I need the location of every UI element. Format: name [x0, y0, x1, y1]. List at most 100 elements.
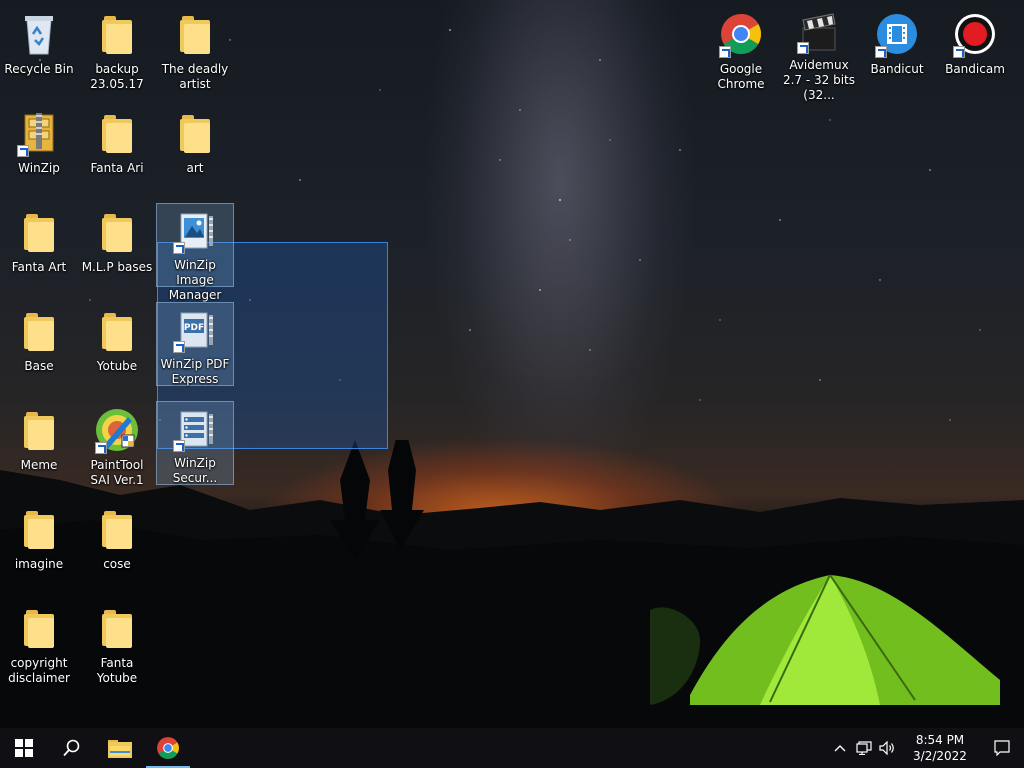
taskbar-google-chrome[interactable]: [144, 728, 192, 768]
desktop-icon-label: Fanta Ari: [90, 161, 144, 175]
desktop-icon-label: PaintTool SAI Ver.1: [90, 458, 144, 487]
folder-icon: [171, 10, 219, 58]
desktop-icon-label: Recycle Bin: [4, 62, 74, 76]
shortcut-arrow-icon: [173, 341, 185, 353]
winzip-icon: [15, 109, 63, 157]
folder-icon: [93, 505, 141, 553]
notification-icon: [994, 740, 1010, 756]
desktop-icon-fanta-art[interactable]: Fanta Art: [0, 202, 78, 298]
taskbar-file-explorer[interactable]: [96, 728, 144, 768]
desktop-icon-label: Base: [24, 359, 54, 373]
shortcut-arrow-icon: [875, 46, 887, 58]
desktop-icon-bandicut[interactable]: Bandicut: [858, 4, 936, 100]
desktop-icon-winzip-image-manager[interactable]: WinZip Image Manager: [156, 203, 234, 302]
chrome-icon: [157, 737, 179, 759]
desktop-icon-winzip-pdf-express[interactable]: PDF WinZip PDF Express: [156, 302, 234, 386]
desktop-icon-deadly-artist[interactable]: The deadly artist: [156, 4, 234, 100]
winzip-secure-icon: [171, 408, 219, 452]
desktop-icon-label: The deadly artist: [161, 62, 229, 91]
winzip-pdf-icon: PDF: [171, 309, 219, 353]
start-button[interactable]: [0, 728, 48, 768]
svg-text:PDF: PDF: [184, 323, 204, 333]
clapperboard-icon: [795, 10, 843, 54]
desktop-icon-yotube[interactable]: Yotube: [78, 301, 156, 397]
desktop-icon-fanta-yotube[interactable]: Fanta Yotube: [78, 598, 156, 694]
desktop-icon-label: Fanta Art: [11, 260, 67, 274]
shortcut-arrow-icon: [953, 46, 965, 58]
desktop-icon-fanta-ari[interactable]: Fanta Ari: [78, 103, 156, 199]
desktop-icon-art[interactable]: art: [156, 103, 234, 199]
desktop-icon-mlp-bases[interactable]: M.L.P bases: [78, 202, 156, 298]
desktop-icon-label: backup 23.05.17: [90, 62, 144, 91]
shortcut-arrow-icon: [719, 46, 731, 58]
windows-start-icon: [15, 739, 33, 757]
shortcut-arrow-icon: [797, 42, 809, 54]
chrome-icon: [717, 10, 765, 58]
desktop-icon-base[interactable]: Base: [0, 301, 78, 397]
desktop-icon-label: WinZip PDF Express: [160, 357, 230, 386]
desktop-icon-label: M.L.P bases: [81, 260, 153, 274]
folder-icon: [15, 307, 63, 355]
desktop-icon-label: Bandicut: [870, 62, 924, 76]
desktop-icon-label: WinZip Secur...: [172, 456, 218, 485]
folder-icon: [108, 740, 132, 758]
desktop-icon-backup[interactable]: backup 23.05.17: [78, 4, 156, 100]
shortcut-arrow-icon: [173, 242, 185, 254]
clock-time: 8:54 PM: [915, 733, 965, 747]
desktop-icon-label: Bandicam: [945, 62, 1005, 76]
system-tray: 8:54 PM 3/2/2022: [828, 728, 1024, 768]
shortcut-arrow-icon: [173, 440, 185, 452]
action-center-button[interactable]: [980, 728, 1024, 768]
desktop-icon-bandicam[interactable]: Bandicam: [936, 4, 1014, 100]
folder-icon: [93, 10, 141, 58]
folder-icon: [171, 109, 219, 157]
folder-icon: [15, 505, 63, 553]
desktop-icon-label: Fanta Yotube: [96, 656, 138, 685]
show-hidden-icons-button[interactable]: [828, 728, 852, 768]
chevron-up-icon: [834, 745, 846, 752]
desktop-icon-label: copyright disclaimer: [8, 656, 70, 685]
desktop-icon-winzip[interactable]: WinZip: [0, 103, 78, 199]
winzip-image-icon: [171, 210, 219, 254]
search-icon: [63, 739, 80, 757]
desktop-icon-label: Meme: [20, 458, 58, 472]
folder-icon: [15, 604, 63, 652]
volume-button[interactable]: [876, 728, 900, 768]
desktop-icon-meme[interactable]: Meme: [0, 400, 78, 496]
record-icon: [951, 10, 999, 58]
desktop-icon-label: cose: [103, 557, 131, 571]
speaker-icon: [879, 741, 894, 755]
desktop-icon-label: imagine: [14, 557, 64, 571]
desktop-icon-avidemux[interactable]: Avidemux 2.7 - 32 bits (32...: [780, 4, 858, 102]
recycle-bin-icon: [15, 10, 63, 58]
desktop-icon-label: art: [186, 161, 204, 175]
network-button[interactable]: [852, 728, 876, 768]
folder-icon: [93, 208, 141, 256]
folder-icon: [93, 604, 141, 652]
clock[interactable]: 8:54 PM 3/2/2022: [900, 728, 980, 768]
desktop-icon-imagine[interactable]: imagine: [0, 499, 78, 595]
desktop-icon-label: Yotube: [96, 359, 138, 373]
folder-icon: [93, 109, 141, 157]
shortcut-arrow-icon: [17, 145, 29, 157]
folder-icon: [15, 208, 63, 256]
folder-icon: [15, 406, 63, 454]
shortcut-arrow-icon: [95, 442, 107, 454]
desktop-icon-label: WinZip: [18, 161, 60, 175]
desktop-icon-label: WinZip Image Manager: [168, 258, 222, 302]
bandicut-icon: [873, 10, 921, 58]
desktop-icon-painttool-sai[interactable]: PaintTool SAI Ver.1: [78, 400, 156, 496]
desktop-icon-label: Avidemux 2.7 - 32 bits (32...: [782, 58, 856, 102]
folder-icon: [93, 307, 141, 355]
desktop-icon-winzip-secure[interactable]: WinZip Secur...: [156, 401, 234, 485]
network-icon: [856, 741, 872, 755]
desktop-icon-recycle-bin[interactable]: Recycle Bin: [0, 4, 78, 100]
desktop-icon-copyright-disclaimer[interactable]: copyright disclaimer: [0, 598, 78, 694]
desktop-icon-label: Google Chrome: [717, 62, 765, 91]
search-button[interactable]: [48, 728, 96, 768]
clock-date: 3/2/2022: [913, 749, 967, 763]
desktop-icon-cose[interactable]: cose: [78, 499, 156, 595]
desktop-icon-google-chrome[interactable]: Google Chrome: [702, 4, 780, 100]
painttool-sai-icon: [93, 406, 141, 454]
taskbar: 8:54 PM 3/2/2022: [0, 728, 1024, 768]
